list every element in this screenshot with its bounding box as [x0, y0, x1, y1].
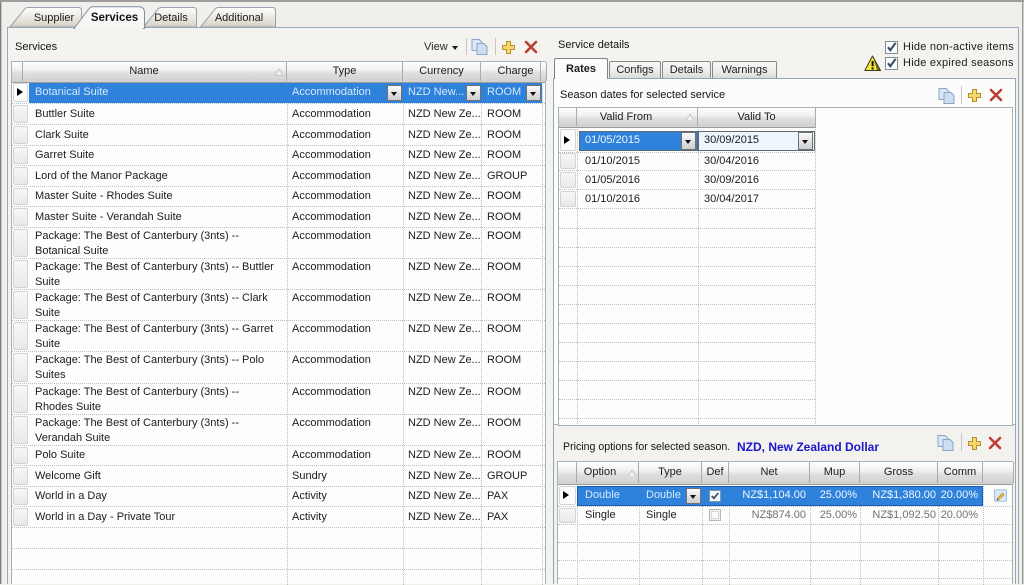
svg-text:Supplier: Supplier	[34, 12, 75, 24]
svg-text:Services: Services	[91, 12, 138, 24]
svg-text:Details: Details	[154, 12, 188, 24]
svg-text:Additional: Additional	[215, 12, 263, 24]
